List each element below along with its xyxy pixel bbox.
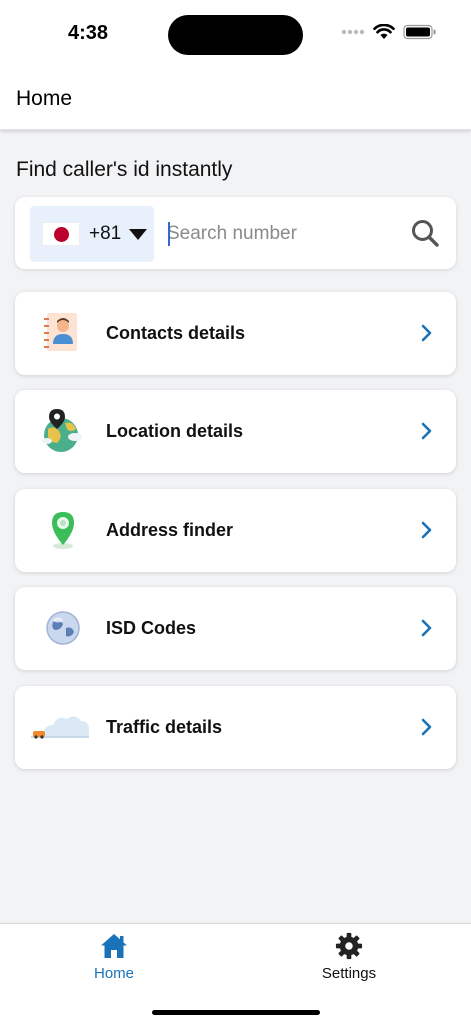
status-icons — [341, 24, 437, 40]
bottom-tab-bar: Home Settings — [0, 923, 471, 1024]
address-finder-card[interactable]: Address finder — [15, 489, 456, 572]
search-icon[interactable] — [410, 218, 440, 248]
search-input[interactable] — [167, 217, 397, 251]
battery-icon — [403, 24, 436, 40]
chevron-right-icon — [421, 521, 432, 539]
globe-location-icon — [42, 409, 82, 452]
home-indicator — [152, 1010, 320, 1015]
tab-label: Settings — [321, 965, 377, 982]
menu-label: ISD Codes — [106, 618, 197, 638]
text-cursor — [168, 222, 170, 246]
tab-label: Home — [93, 965, 134, 982]
chevron-right-icon — [421, 422, 432, 440]
chevron-right-icon — [421, 324, 432, 342]
contact-book-icon — [44, 313, 77, 351]
menu-label: Traffic details — [106, 717, 223, 737]
signal-icon — [341, 29, 365, 35]
chevron-right-icon — [421, 619, 432, 637]
app-header: Home — [0, 70, 471, 130]
menu-label: Contacts details — [106, 323, 246, 343]
japan-flag-icon — [42, 222, 80, 246]
menu-label: Address finder — [106, 520, 234, 540]
wifi-icon — [373, 24, 395, 39]
page-title: Home — [16, 87, 73, 110]
country-code-picker[interactable]: +81 — [30, 206, 154, 262]
isd-codes-card[interactable]: ISD Codes — [15, 587, 456, 670]
globe-icon — [46, 611, 80, 645]
gear-icon — [335, 932, 363, 960]
tab-settings[interactable]: Settings — [289, 932, 409, 992]
map-pin-icon — [52, 512, 74, 549]
contacts-details-card[interactable]: Contacts details — [15, 292, 456, 375]
location-details-card[interactable]: Location details — [15, 390, 456, 473]
search-heading: Find caller's id instantly — [16, 158, 233, 181]
home-icon — [101, 934, 127, 958]
status-time: 4:38 — [68, 22, 109, 44]
country-dial-code: +81 — [89, 223, 122, 244]
dynamic-island — [168, 15, 303, 55]
traffic-details-card[interactable]: Traffic details — [15, 686, 456, 769]
chevron-right-icon — [421, 718, 432, 736]
menu-label: Location details — [106, 421, 244, 441]
status-bar: 4:38 — [0, 0, 471, 70]
dropdown-caret-icon — [129, 228, 148, 240]
search-card: +81 — [15, 197, 456, 269]
tab-home[interactable]: Home — [54, 932, 174, 992]
traffic-icon — [31, 716, 89, 739]
